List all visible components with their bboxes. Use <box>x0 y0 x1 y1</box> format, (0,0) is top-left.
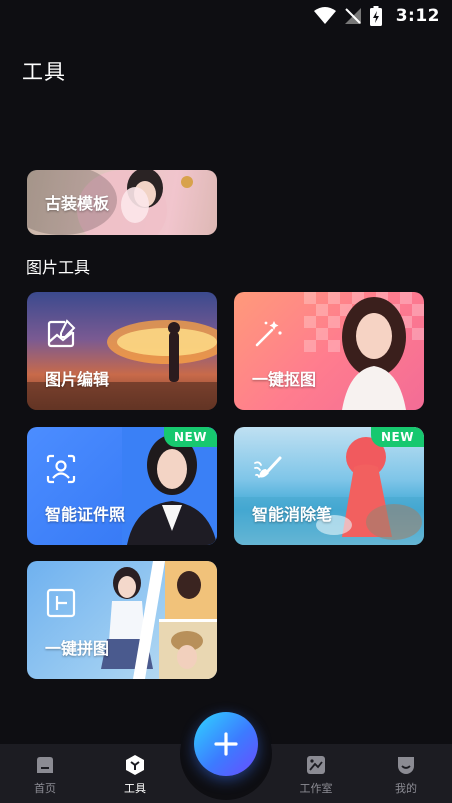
wifi-icon <box>314 7 336 24</box>
status-icons <box>314 6 382 26</box>
new-badge-id-photo: NEW <box>164 427 217 447</box>
tool-card-image-edit[interactable]: 图片编辑 <box>27 292 217 410</box>
new-badge-eraser: NEW <box>371 427 424 447</box>
magic-wand-icon <box>255 321 282 347</box>
tool-card-smart-id-photo[interactable]: NEW 智能证件照 <box>27 427 217 545</box>
no-signal-icon <box>345 8 361 24</box>
section-title: 图片工具 <box>26 258 91 277</box>
collage-icon <box>46 588 76 618</box>
id-photo-icon <box>46 454 76 484</box>
ancient-costume-template-label: 古装模板 <box>45 194 110 213</box>
nav-item-tools[interactable]: 工具 <box>100 754 170 796</box>
nav-label-studio: 工作室 <box>299 782 333 795</box>
status-bar: 3:12 <box>0 0 452 32</box>
nav-item-profile[interactable]: 我的 <box>371 754 441 796</box>
nav-label-tools: 工具 <box>124 782 146 795</box>
tool-label-one-click-cutout: 一键抠图 <box>252 370 317 389</box>
nav-label-profile: 我的 <box>395 782 417 795</box>
home-icon <box>37 757 53 773</box>
status-time: 3:12 <box>395 6 440 26</box>
tool-photo-cutout <box>304 292 424 410</box>
tools-icon <box>126 755 144 775</box>
battery-charging-icon <box>370 6 382 26</box>
nav-item-home[interactable]: 首页 <box>10 754 80 796</box>
tool-label-one-click-collage: 一键拼图 <box>45 639 110 658</box>
eraser-brush-icon <box>254 456 282 478</box>
tool-card-one-click-collage[interactable]: 一键拼图 <box>27 561 217 679</box>
tool-label-smart-eraser: 智能消除笔 <box>252 505 333 524</box>
tool-card-smart-eraser[interactable]: NEW 智能消除笔 <box>234 427 424 545</box>
plus-icon <box>214 732 238 756</box>
create-button[interactable] <box>194 712 258 776</box>
ancient-costume-template-card[interactable]: 古装模板 <box>27 170 217 235</box>
nav-item-studio[interactable]: 工作室 <box>281 754 351 796</box>
tool-label-smart-id-photo: 智能证件照 <box>45 505 126 524</box>
page-title: 工具 <box>22 60 66 84</box>
studio-icon <box>307 756 325 774</box>
tool-photo-collage <box>101 561 217 679</box>
tool-photo-image-edit <box>27 320 217 410</box>
tool-label-image-edit: 图片编辑 <box>45 370 110 389</box>
image-edit-icon <box>47 319 76 348</box>
nav-label-home: 首页 <box>34 782 56 795</box>
profile-icon <box>398 757 414 774</box>
tool-card-one-click-cutout[interactable]: 一键抠图 <box>234 292 424 410</box>
